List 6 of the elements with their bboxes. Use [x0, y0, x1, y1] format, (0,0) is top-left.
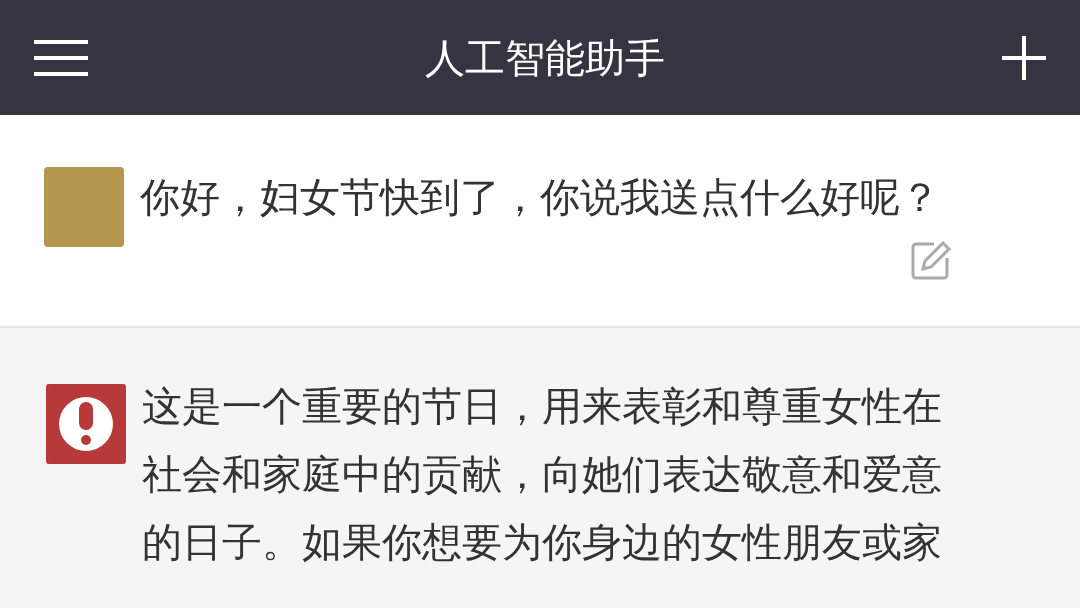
question-text: 你好，妇女节快到了，你说我送点什么好呢？	[140, 173, 940, 222]
add-icon[interactable]	[1002, 35, 1046, 80]
app-title: 人工智能助手	[425, 33, 665, 83]
menu-icon[interactable]	[34, 37, 88, 78]
alert-icon	[46, 384, 126, 464]
answer-text: 这是一个重要的节日，用来表彰和尊重女性在社会和家庭中的贡献，向她们表达敬意和爱意的日子。如果你想要为你身边的女性朋友或家	[142, 382, 943, 567]
